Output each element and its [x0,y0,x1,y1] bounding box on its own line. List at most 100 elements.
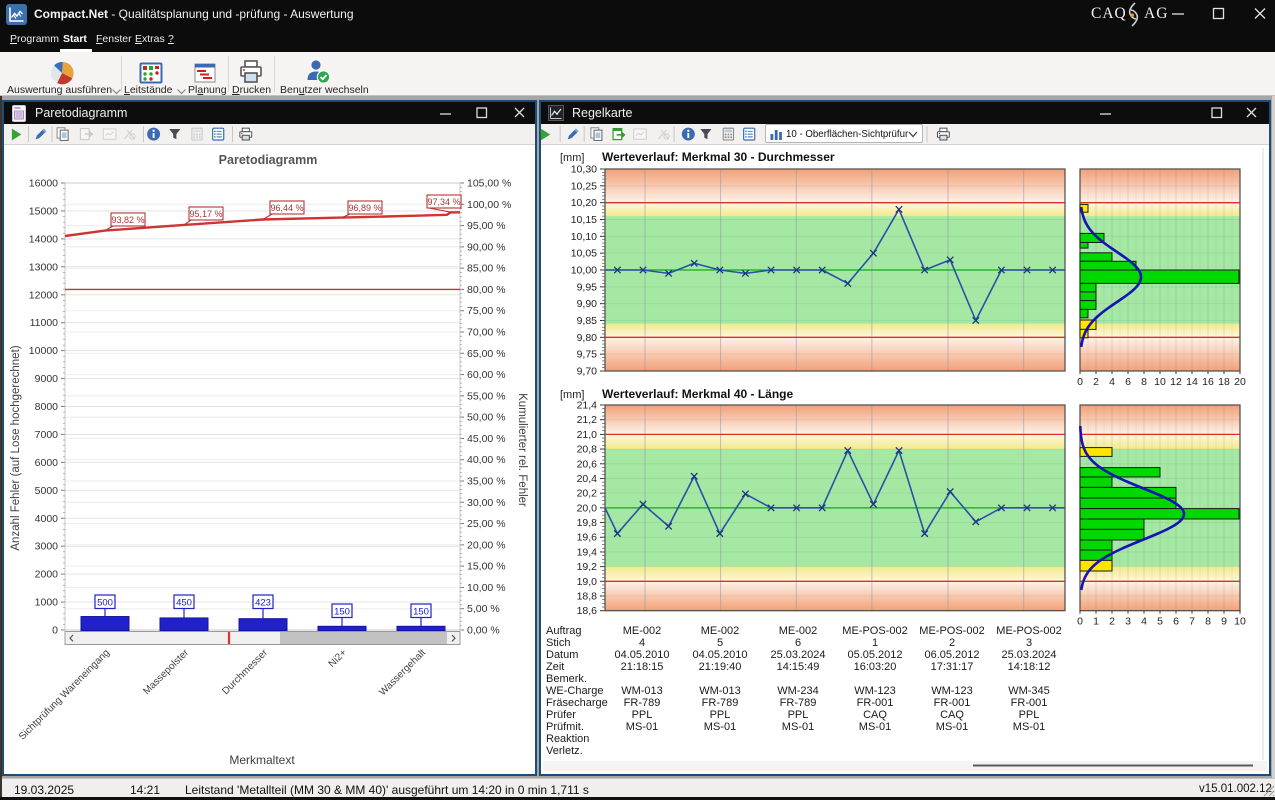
svg-text:Durchmesser: Durchmesser [220,647,270,697]
svg-text:Werteverlauf: Merkmal 40 - Län: Werteverlauf: Merkmal 40 - Länge [602,387,794,401]
svg-text:[mm]: [mm] [560,152,584,164]
svg-text:1: 1 [1093,616,1099,628]
svg-text:21:18:15: 21:18:15 [621,661,664,673]
svg-text:15000: 15000 [29,205,58,217]
svg-text:ME-POS-002: ME-POS-002 [919,625,984,637]
svg-text:9,90: 9,90 [577,298,598,310]
svg-text:18,6: 18,6 [577,605,598,617]
svg-text:MS-01: MS-01 [1013,721,1045,733]
svg-text:WM-123: WM-123 [854,685,896,697]
svg-text:35,00 %: 35,00 % [467,476,506,488]
svg-text:Zeit: Zeit [546,661,564,673]
svg-text:105,00 %: 105,00 % [467,178,511,190]
svg-text:0: 0 [1077,376,1083,388]
svg-text:1: 1 [872,637,878,649]
svg-text:MS-01: MS-01 [859,721,891,733]
svg-text:WM-345: WM-345 [1008,685,1050,697]
svg-text:85,00 %: 85,00 % [467,263,506,275]
svg-text:10,00 %: 10,00 % [467,582,506,594]
svg-text:4000: 4000 [35,513,59,525]
svg-text:9,95: 9,95 [577,281,598,293]
svg-text:5: 5 [1157,616,1163,628]
svg-text:3: 3 [1026,637,1032,649]
svg-text:5000: 5000 [35,485,59,497]
svg-text:25.03.2024: 25.03.2024 [1001,649,1056,661]
svg-text:WM-234: WM-234 [777,685,819,697]
svg-text:2: 2 [1093,376,1099,388]
svg-text:100,00 %: 100,00 % [467,199,511,211]
svg-text:05.05.2012: 05.05.2012 [847,649,902,661]
svg-text:7: 7 [1189,616,1195,628]
svg-text:Ni2+: Ni2+ [327,647,350,670]
svg-text:2: 2 [1109,616,1115,628]
svg-text:10,15: 10,15 [571,214,597,226]
svg-text:Werteverlauf: Merkmal 30 - Dur: Werteverlauf: Merkmal 30 - Durchmesser [602,150,835,164]
svg-text:96,89 %: 96,89 % [348,203,381,213]
svg-text:90,00 %: 90,00 % [467,241,506,253]
svg-text:2000: 2000 [35,569,59,581]
svg-text:Auftrag: Auftrag [546,625,581,637]
svg-text:FR-001: FR-001 [934,697,971,709]
svg-text:15,00 %: 15,00 % [467,561,506,573]
svg-text:80,00 %: 80,00 % [467,284,506,296]
svg-text:20,4: 20,4 [577,473,598,485]
svg-text:19,8: 19,8 [577,517,598,529]
svg-text:PPL: PPL [788,709,809,721]
svg-text:13000: 13000 [29,261,58,273]
svg-text:0,00 %: 0,00 % [467,625,500,637]
svg-text:FR-001: FR-001 [1011,697,1048,709]
svg-text:5,00 %: 5,00 % [467,603,500,615]
svg-text:Anzahl Fehler (auf Lose hochge: Anzahl Fehler (auf Lose hochgerechnet) [10,345,22,550]
svg-text:150: 150 [334,607,350,618]
svg-text:04.05.2010: 04.05.2010 [692,649,747,661]
svg-text:9,70: 9,70 [577,366,598,378]
svg-text:4: 4 [639,637,645,649]
svg-text:Prüfer: Prüfer [546,709,576,721]
svg-text:MS-01: MS-01 [704,721,736,733]
svg-text:12: 12 [1170,376,1182,388]
svg-text:Massepolster: Massepolster [141,647,191,697]
svg-text:4: 4 [1141,616,1147,628]
svg-text:17:31:17: 17:31:17 [931,661,974,673]
svg-text:Reaktion: Reaktion [546,733,589,745]
svg-text:19,6: 19,6 [577,532,598,544]
svg-text:9,85: 9,85 [577,315,598,327]
svg-text:423: 423 [255,598,271,609]
svg-text:14000: 14000 [29,233,58,245]
svg-text:10,20: 10,20 [571,197,597,209]
svg-text:Paretodiagramm: Paretodiagramm [219,153,318,167]
svg-text:11000: 11000 [30,317,59,329]
svg-text:3000: 3000 [35,541,59,553]
svg-text:Prüfmit.: Prüfmit. [546,721,584,733]
svg-text:20,8: 20,8 [577,444,598,456]
svg-text:04.05.2010: 04.05.2010 [614,649,669,661]
svg-text:20: 20 [1234,376,1246,388]
svg-text:18,8: 18,8 [577,591,598,603]
svg-text:50,00 %: 50,00 % [467,412,506,424]
svg-text:96,44 %: 96,44 % [270,203,303,213]
svg-text:20,00 %: 20,00 % [467,539,506,551]
svg-text:18: 18 [1218,376,1230,388]
svg-text:WE-Charge: WE-Charge [546,685,603,697]
svg-text:MS-01: MS-01 [626,721,658,733]
svg-text:10: 10 [1234,616,1246,628]
svg-text:16: 16 [1202,376,1214,388]
svg-text:MS-01: MS-01 [782,721,814,733]
svg-text:19,2: 19,2 [577,561,598,573]
svg-text:6: 6 [1125,376,1131,388]
svg-text:70,00 %: 70,00 % [467,327,506,339]
svg-text:20,0: 20,0 [577,502,598,514]
svg-text:10,05: 10,05 [571,248,597,260]
svg-text:1000: 1000 [35,597,59,609]
svg-text:25,00 %: 25,00 % [467,518,506,530]
svg-text:10,10: 10,10 [571,231,597,243]
svg-text:4: 4 [1109,376,1115,388]
svg-text:0: 0 [1077,616,1083,628]
svg-text:6: 6 [1173,616,1179,628]
svg-text:10,30: 10,30 [571,164,597,176]
svg-text:6: 6 [795,637,801,649]
svg-text:2: 2 [949,637,955,649]
svg-text:7000: 7000 [35,429,59,441]
svg-text:Merkmaltext: Merkmaltext [229,753,295,767]
svg-text:9000: 9000 [35,373,59,385]
